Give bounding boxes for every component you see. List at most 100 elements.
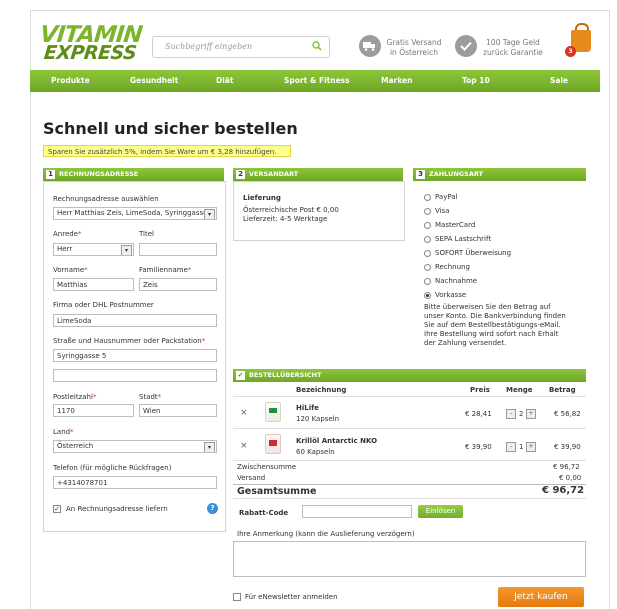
payment-option-sofort[interactable]: SOFORT Überweisung	[435, 249, 511, 257]
radio-visa[interactable]	[424, 208, 431, 215]
nav-diaet[interactable]: Diät	[216, 76, 233, 85]
qty-plus-button[interactable]: +	[526, 442, 536, 452]
required-mark: *	[187, 266, 192, 274]
payment-note-line: Sie auf dem Bestellbestätigungs-eMail.	[424, 321, 561, 329]
table-divider	[233, 396, 586, 397]
free-shipping-line1: Gratis Versand	[386, 38, 442, 47]
item-name: Krillöl Antarctic NKO	[296, 437, 378, 445]
billing-header: 1 RECHNUNGSADRESSE	[43, 168, 224, 181]
logo-express[interactable]: EXPRESS	[43, 42, 138, 64]
nav-marken[interactable]: Marken	[381, 76, 412, 85]
guarantee-text: 100 Tage Geld zurück Garantie	[478, 38, 548, 58]
coupon-submit-button[interactable]: Einlösen	[418, 505, 463, 518]
ship-same-checkbox[interactable]: ✓	[53, 505, 61, 513]
cart-count-badge: 3	[565, 46, 576, 57]
buy-now-button[interactable]: Jetzt kaufen	[498, 587, 584, 607]
company-input[interactable]: LimeSoda	[53, 314, 217, 327]
country-label-text: Land	[53, 428, 71, 436]
free-shipping-line2: in Österreich	[389, 48, 439, 57]
payment-note-line: unser Konto. Die Bankverbindung finden	[424, 312, 566, 320]
radio-sepa[interactable]	[424, 236, 431, 243]
item-qty[interactable]: 1	[519, 443, 523, 451]
nav-sport-fitness[interactable]: Sport & Fitness	[284, 76, 350, 85]
radio-nachnahme[interactable]	[424, 278, 431, 285]
address-select[interactable]: Herr Matthias Zeis, LimeSoda, Syringgass…	[53, 207, 217, 220]
search-icon[interactable]	[311, 41, 323, 53]
street2-input[interactable]	[53, 369, 217, 382]
lastname-input[interactable]: Zeis	[139, 278, 217, 291]
row-divider	[233, 428, 586, 429]
salutation-value: Herr	[57, 245, 73, 253]
required-mark: *	[78, 230, 82, 238]
shipping-header: 2 VERSANDART	[233, 168, 403, 181]
col-amount-header: Betrag	[549, 386, 576, 394]
shipping-heading: VERSANDART	[249, 170, 299, 178]
street-label: Straße und Hausnummer oder Packstation*	[53, 337, 205, 345]
payment-heading: ZAHLUNGSART	[429, 170, 484, 178]
zip-label-text: Postleitzahl	[53, 393, 93, 401]
total-label: Gesamtsumme	[237, 486, 317, 497]
search-box[interactable]: Suchbegriff eingeben	[152, 36, 330, 58]
payment-option-visa[interactable]: Visa	[435, 207, 450, 215]
radio-mastercard[interactable]	[424, 222, 431, 229]
title-input[interactable]	[139, 243, 217, 256]
shipping-cost-value: € 0,00	[559, 474, 582, 482]
qty-minus-button[interactable]: -	[506, 409, 516, 419]
phone-input[interactable]: +4314078701	[53, 476, 217, 489]
radio-rechnung[interactable]	[424, 264, 431, 271]
payment-option-rechnung[interactable]: Rechnung	[435, 263, 470, 271]
nav-produkte[interactable]: Produkte	[51, 76, 90, 85]
dropdown-arrow-icon: ▾	[121, 245, 132, 255]
payment-option-sepa[interactable]: SEPA Lastschrift	[435, 235, 491, 243]
zip-label: Postleitzahl*	[53, 393, 96, 401]
remark-label: Ihre Anmerkung (kann die Auslieferung ve…	[237, 530, 415, 538]
item-price: € 39,90	[465, 443, 492, 451]
payment-option-nachnahme[interactable]: Nachnahme	[435, 277, 477, 285]
guarantee-line1: 100 Tage Geld	[486, 38, 540, 47]
radio-vorkasse[interactable]	[424, 292, 431, 299]
row-divider	[233, 460, 586, 461]
payment-option-mastercard[interactable]: MasterCard	[435, 221, 475, 229]
street-input[interactable]: Syringgasse 5	[53, 349, 217, 362]
firstname-input[interactable]: Matthias	[53, 278, 134, 291]
main-nav: Produkte Gesundheit Diät Sport & Fitness…	[30, 70, 600, 92]
country-select[interactable]: Österreich ▾	[53, 440, 217, 453]
required-mark: *	[92, 393, 97, 401]
payment-option-vorkasse[interactable]: Vorkasse	[435, 291, 466, 299]
item-amount: € 56,82	[554, 410, 581, 418]
coupon-input[interactable]	[302, 505, 412, 518]
salutation-select[interactable]: Herr ▾	[53, 243, 134, 256]
guarantee-line2: zurück Garantie	[483, 48, 543, 57]
nav-sale[interactable]: Sale	[550, 76, 568, 85]
qty-minus-button[interactable]: -	[506, 442, 516, 452]
item-qty[interactable]: 2	[519, 410, 523, 418]
payment-header: 3 ZAHLUNGSART	[413, 168, 586, 181]
nav-gesundheit[interactable]: Gesundheit	[130, 76, 178, 85]
newsletter-checkbox[interactable]	[233, 593, 241, 601]
required-mark: *	[84, 266, 88, 274]
radio-sofort[interactable]	[424, 250, 431, 257]
city-label: Stadt*	[139, 393, 161, 401]
city-input[interactable]: Wien	[139, 404, 217, 417]
order-check-icon: ✓	[236, 371, 245, 380]
radio-paypal[interactable]	[424, 194, 431, 201]
company-label: Firma oder DHL Postnummer	[53, 301, 154, 309]
nav-top10[interactable]: Top 10	[462, 76, 490, 85]
subtotal-label: Zwischensumme	[237, 463, 297, 471]
payment-option-paypal[interactable]: PayPal	[435, 193, 457, 201]
total-bottom-divider	[233, 498, 586, 499]
product-label-icon	[269, 440, 277, 446]
item-price: € 28,41	[465, 410, 492, 418]
total-value: € 96,72	[542, 485, 585, 496]
col-qty-header: Menge	[506, 386, 533, 394]
zip-input[interactable]: 1170	[53, 404, 134, 417]
remove-item-icon[interactable]: ×	[240, 441, 248, 451]
item-amount: € 39,90	[554, 443, 581, 451]
remove-item-icon[interactable]: ×	[240, 408, 248, 418]
help-icon[interactable]: ?	[207, 503, 218, 514]
qty-plus-button[interactable]: +	[526, 409, 536, 419]
coupon-label: Rabatt-Code	[239, 509, 289, 517]
remark-textarea[interactable]	[233, 541, 586, 577]
product-label-icon	[269, 408, 277, 413]
search-input[interactable]: Suchbegriff eingeben	[165, 42, 252, 51]
